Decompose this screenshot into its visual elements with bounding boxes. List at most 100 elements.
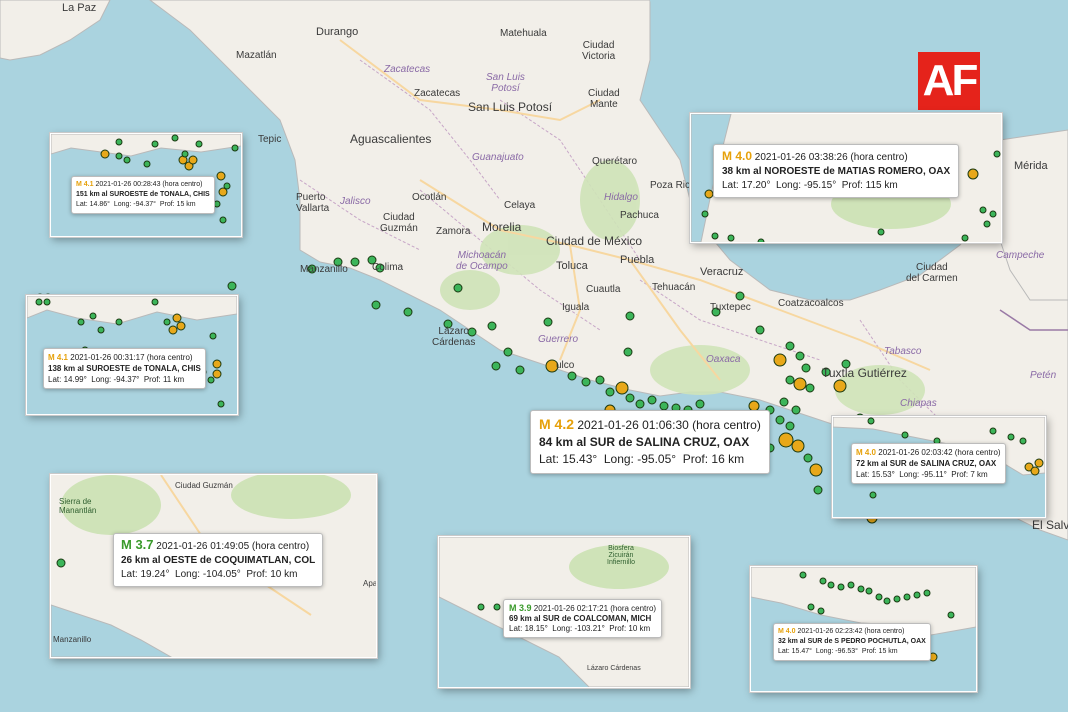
quake-marker[interactable] xyxy=(755,325,765,335)
quake-marker[interactable] xyxy=(163,318,171,326)
quake-marker[interactable] xyxy=(773,353,787,367)
quake-marker[interactable] xyxy=(171,134,179,142)
quake-marker[interactable] xyxy=(227,281,237,291)
quake-marker[interactable] xyxy=(1007,433,1015,441)
quake-marker[interactable] xyxy=(695,399,705,409)
quake-marker[interactable] xyxy=(727,234,735,242)
quake-marker[interactable] xyxy=(778,432,794,448)
quake-marker[interactable] xyxy=(837,583,845,591)
quake-marker[interactable] xyxy=(877,228,885,236)
quake-popup-5[interactable]: M 4.0 2021-01-26 02:23:42 (hora centro) … xyxy=(773,623,931,661)
quake-marker[interactable] xyxy=(100,149,110,159)
quake-marker[interactable] xyxy=(403,307,413,317)
quake-popup-1[interactable]: M 4.1 2021-01-26 00:28:43 (hora centro) … xyxy=(71,176,215,214)
quake-marker[interactable] xyxy=(947,611,955,619)
quake-marker[interactable] xyxy=(217,400,225,408)
quake-marker[interactable] xyxy=(989,210,997,218)
inset-map-2[interactable]: M 4.1 2021-01-26 00:31:17 (hora centro) … xyxy=(26,295,238,415)
quake-marker[interactable] xyxy=(833,379,847,393)
quake-marker[interactable] xyxy=(757,238,765,242)
quake-marker[interactable] xyxy=(115,318,123,326)
quake-marker[interactable] xyxy=(867,417,875,425)
quake-popup-main[interactable]: M 4.2 2021-01-26 01:06:30 (hora centro) … xyxy=(530,410,770,474)
quake-marker[interactable] xyxy=(775,415,785,425)
quake-marker[interactable] xyxy=(635,399,645,409)
quake-marker[interactable] xyxy=(901,431,909,439)
quake-marker[interactable] xyxy=(779,397,789,407)
quake-marker[interactable] xyxy=(605,387,615,397)
quake-marker[interactable] xyxy=(209,332,217,340)
quake-marker[interactable] xyxy=(493,603,501,611)
quake-marker[interactable] xyxy=(735,291,745,301)
quake-marker[interactable] xyxy=(785,375,795,385)
quake-marker[interactable] xyxy=(913,591,921,599)
quake-popup-7[interactable]: M 4.0 2021-01-26 02:03:42 (hora centro) … xyxy=(851,443,1006,484)
quake-marker[interactable] xyxy=(503,347,513,357)
quake-marker[interactable] xyxy=(151,140,159,148)
quake-marker[interactable] xyxy=(151,298,159,306)
quake-marker[interactable] xyxy=(817,607,825,615)
inset-map-6[interactable]: M 4.0 2021-01-26 03:38:26 (hora centro) … xyxy=(690,113,1002,243)
quake-marker[interactable] xyxy=(857,585,865,593)
quake-marker[interactable] xyxy=(115,152,123,160)
quake-marker[interactable] xyxy=(883,597,891,605)
quake-marker[interactable] xyxy=(809,463,823,477)
quake-marker[interactable] xyxy=(168,325,178,335)
quake-marker[interactable] xyxy=(176,321,186,331)
inset-map-7[interactable]: M 4.0 2021-01-26 02:03:42 (hora centro) … xyxy=(832,416,1046,518)
quake-marker[interactable] xyxy=(77,318,85,326)
quake-marker[interactable] xyxy=(543,317,553,327)
quake-marker[interactable] xyxy=(659,401,669,411)
quake-marker[interactable] xyxy=(903,593,911,601)
quake-marker[interactable] xyxy=(581,377,591,387)
quake-marker[interactable] xyxy=(487,321,497,331)
quake-marker[interactable] xyxy=(805,383,815,393)
quake-marker[interactable] xyxy=(56,558,66,568)
quake-marker[interactable] xyxy=(195,140,203,148)
quake-marker[interactable] xyxy=(647,395,657,405)
quake-marker[interactable] xyxy=(453,283,463,293)
quake-marker[interactable] xyxy=(989,427,997,435)
quake-marker[interactable] xyxy=(979,206,987,214)
quake-marker[interactable] xyxy=(799,571,807,579)
quake-marker[interactable] xyxy=(801,363,811,373)
quake-marker[interactable] xyxy=(785,341,795,351)
inset-map-3[interactable]: Ciudad Guzmán Sierra de Manantlán Manzan… xyxy=(50,474,377,658)
quake-marker[interactable] xyxy=(803,453,813,463)
quake-marker[interactable] xyxy=(983,220,991,228)
quake-marker[interactable] xyxy=(875,593,883,601)
quake-marker[interactable] xyxy=(819,577,827,585)
quake-marker[interactable] xyxy=(791,405,801,415)
quake-marker[interactable] xyxy=(923,589,931,597)
quake-marker[interactable] xyxy=(123,156,131,164)
quake-marker[interactable] xyxy=(350,257,360,267)
quake-marker[interactable] xyxy=(827,581,835,589)
quake-marker[interactable] xyxy=(1019,437,1027,445)
quake-marker[interactable] xyxy=(231,144,239,152)
quake-popup-4[interactable]: M 3.9 2021-01-26 02:17:21 (hora centro) … xyxy=(503,599,663,638)
quake-marker[interactable] xyxy=(212,369,222,379)
quake-marker[interactable] xyxy=(847,581,855,589)
quake-marker[interactable] xyxy=(623,347,633,357)
quake-marker[interactable] xyxy=(793,377,807,391)
quake-marker[interactable] xyxy=(893,595,901,603)
quake-marker[interactable] xyxy=(477,603,485,611)
quake-marker[interactable] xyxy=(35,298,43,306)
quake-marker[interactable] xyxy=(595,375,605,385)
inset-map-5[interactable]: M 4.0 2021-01-26 02:23:42 (hora centro) … xyxy=(750,566,977,692)
quake-popup-2[interactable]: M 4.1 2021-01-26 00:31:17 (hora centro) … xyxy=(43,348,206,389)
quake-marker[interactable] xyxy=(97,326,105,334)
quake-marker[interactable] xyxy=(625,311,635,321)
quake-marker[interactable] xyxy=(785,421,795,431)
quake-marker[interactable] xyxy=(1034,458,1044,468)
quake-marker[interactable] xyxy=(704,189,714,199)
quake-marker[interactable] xyxy=(43,298,51,306)
quake-marker[interactable] xyxy=(961,234,969,242)
quake-marker[interactable] xyxy=(807,603,815,611)
quake-marker[interactable] xyxy=(207,376,215,384)
quake-marker[interactable] xyxy=(115,138,123,146)
quake-marker[interactable] xyxy=(371,300,381,310)
quake-marker[interactable] xyxy=(515,365,525,375)
quake-marker[interactable] xyxy=(1030,466,1040,476)
quake-marker[interactable] xyxy=(625,393,635,403)
